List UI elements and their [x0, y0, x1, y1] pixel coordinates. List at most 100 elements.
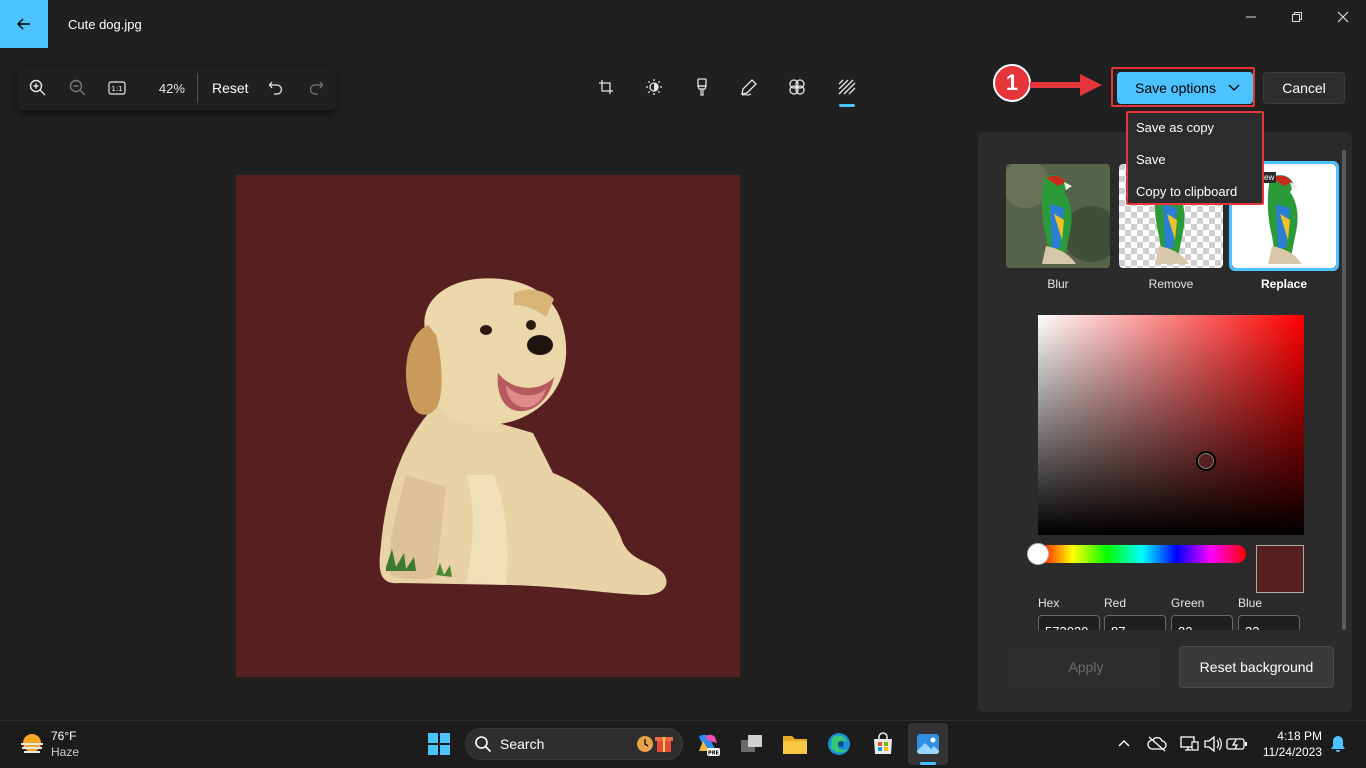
color-spectrum[interactable]	[1038, 315, 1304, 535]
battery-button[interactable]	[1221, 728, 1253, 760]
new-badge: ew	[1262, 172, 1277, 183]
actual-size-label: 1:1	[112, 85, 123, 93]
undo-button[interactable]	[257, 66, 297, 110]
bell-icon	[1331, 736, 1345, 752]
actual-size-button[interactable]: 1:1	[98, 66, 138, 110]
undo-icon	[269, 81, 283, 95]
haze-sun-icon	[21, 734, 43, 753]
chevron-up-icon	[1118, 740, 1130, 747]
adjust-tool[interactable]	[637, 70, 671, 104]
back-button[interactable]	[0, 0, 48, 48]
store-icon	[874, 732, 892, 754]
replace-label: Replace	[1260, 277, 1308, 291]
close-button[interactable]	[1320, 0, 1366, 34]
file-explorer-button[interactable]	[779, 728, 811, 760]
copilot-button[interactable]: PRE	[692, 728, 724, 760]
search-label: Search	[500, 736, 545, 752]
zoom-toolbar: 1:1 42% Reset	[18, 66, 336, 110]
hue-slider-thumb[interactable]	[1027, 543, 1049, 565]
weather-temperature: 76°F	[51, 729, 77, 743]
save-options-menu: Save as copy Save Copy to clipboard	[1126, 111, 1264, 205]
redo-icon	[310, 81, 324, 95]
minimize-button[interactable]	[1228, 0, 1274, 34]
cancel-button[interactable]: Cancel	[1263, 72, 1345, 104]
save-item[interactable]: Save	[1136, 152, 1166, 167]
clock-date[interactable]: 11/24/2023	[1250, 745, 1322, 759]
minimize-icon	[1246, 16, 1256, 18]
folder-icon	[783, 736, 807, 754]
cloud-off-icon	[1147, 736, 1167, 752]
callout-arrow-1	[1030, 82, 1082, 88]
callout-arrowhead-1	[1080, 74, 1102, 96]
start-button[interactable]	[423, 728, 455, 760]
edge-button[interactable]	[823, 728, 855, 760]
show-hidden-icons-button[interactable]	[1108, 728, 1140, 760]
blur-label: Blur	[1047, 277, 1069, 291]
green-label: Green	[1171, 596, 1205, 610]
reset-background-button[interactable]: Reset background	[1179, 646, 1334, 688]
red-label: Red	[1104, 596, 1127, 610]
zoom-out-icon	[69, 79, 86, 96]
apply-button[interactable]: Apply	[1010, 646, 1162, 688]
retouch-tool[interactable]	[780, 70, 814, 104]
close-icon	[1337, 11, 1349, 23]
puppy-image	[379, 278, 667, 596]
weather-widget[interactable]	[16, 729, 48, 761]
background-stripes-icon	[838, 79, 856, 95]
notifications-button[interactable]	[1322, 728, 1354, 760]
color-preview-swatch	[1256, 545, 1304, 593]
brightness-icon	[646, 79, 662, 95]
zoom-out-button[interactable]	[58, 66, 98, 110]
zoom-in-button[interactable]	[18, 66, 58, 110]
filter-brush-icon	[697, 78, 707, 96]
image-canvas[interactable]	[236, 175, 740, 677]
window-title: Cute dog.jpg	[68, 17, 142, 32]
reset-zoom-button[interactable]: Reset	[204, 80, 257, 96]
clock-time[interactable]: 4:18 PM	[1262, 729, 1322, 743]
filter-tool[interactable]	[685, 70, 719, 104]
blue-label: Blue	[1238, 596, 1263, 610]
zoom-percent[interactable]: 42%	[137, 81, 189, 96]
active-tool-indicator	[839, 104, 855, 107]
photos-icon	[917, 734, 939, 755]
remove-label: Remove	[1148, 277, 1194, 291]
toolbar-divider	[196, 73, 198, 103]
battery-charging-icon	[1226, 738, 1247, 750]
task-view-icon	[741, 735, 762, 752]
hex-label: Hex	[1038, 596, 1060, 610]
copy-to-clipboard-item[interactable]: Copy to clipboard	[1136, 184, 1237, 199]
task-view-button[interactable]	[736, 728, 768, 760]
pen-icon	[741, 79, 757, 96]
color-picker-handle[interactable]	[1196, 451, 1216, 471]
search-icon	[475, 736, 492, 753]
maximize-button[interactable]	[1274, 0, 1320, 34]
store-button[interactable]	[867, 728, 899, 760]
cloud-sync-button[interactable]	[1141, 728, 1173, 760]
parrot-image	[1006, 164, 1110, 268]
photos-app: Cute dog.jpg 1:1 42% Reset Save options …	[0, 0, 1366, 720]
copilot-icon: PRE	[699, 734, 720, 757]
save-options-highlight	[1111, 67, 1255, 107]
panel-scrollbar[interactable]	[1342, 150, 1346, 630]
edge-icon	[828, 733, 850, 755]
back-arrow-icon	[17, 18, 30, 30]
actual-size-icon: 1:1	[108, 81, 126, 95]
hue-slider[interactable]	[1038, 545, 1246, 563]
markup-tool[interactable]	[732, 70, 766, 104]
photos-running-indicator	[920, 762, 936, 765]
crop-icon	[599, 80, 613, 94]
redo-button[interactable]	[296, 66, 336, 110]
svg-text:PRE: PRE	[708, 751, 720, 757]
background-tool[interactable]	[830, 70, 864, 104]
volume-icon	[1204, 735, 1222, 753]
save-as-copy-item[interactable]: Save as copy	[1136, 120, 1214, 135]
search-highlight-icon	[637, 736, 673, 752]
network-icon	[1180, 736, 1199, 751]
crop-tool[interactable]	[589, 70, 623, 104]
weather-description: Haze	[51, 745, 80, 759]
retouch-icon	[789, 79, 805, 95]
blur-thumbnail[interactable]	[1006, 164, 1110, 268]
photos-button[interactable]	[912, 728, 944, 760]
windows-logo-icon	[428, 733, 450, 755]
callout-badge-1: 1	[993, 64, 1031, 102]
